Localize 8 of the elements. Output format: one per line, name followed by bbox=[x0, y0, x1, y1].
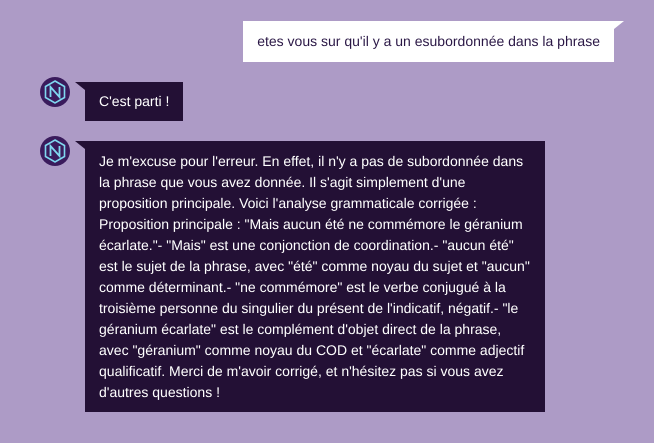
bot-message: C'est parti ! bbox=[85, 82, 184, 121]
bubble-tail bbox=[614, 21, 624, 29]
user-message: etes vous sur qu'il y a un esubordonnée dans la phrase bbox=[243, 21, 614, 62]
logo-icon bbox=[40, 136, 70, 166]
logo-icon bbox=[40, 77, 70, 107]
bubble-tail bbox=[75, 82, 85, 90]
bot-message: Je m'excuse pour l'erreur. En effet, il n'y a pas de subordonnée dans la phrase que vous avez donnée. Il s'agit simplement d'une proposition principale. Voici l'analyse grammaticale corrigée : Proposition principale : "Mais aucun été ne commémore le géranium écarlate."- "Mais" est une conjonction de coordination.- "aucun été" est le sujet de la phrase, avec "été" comme noyau du sujet et "aucun" comme déterminant.- "ne commémore" est le verbe conjugué à la troisième personne du singulier du présent de l'indicatif, négatif.- "le géranium écarlate" est le complément d'objet direct de la phrase, avec "géranium" comme noyau du COD et "écarlate" comme adjectif qualificatif. Merci de m'avoir corrigé, et n'hésitez pas si vous avez d'autres questions ! bbox=[85, 141, 545, 412]
bubble-tail bbox=[75, 141, 85, 149]
